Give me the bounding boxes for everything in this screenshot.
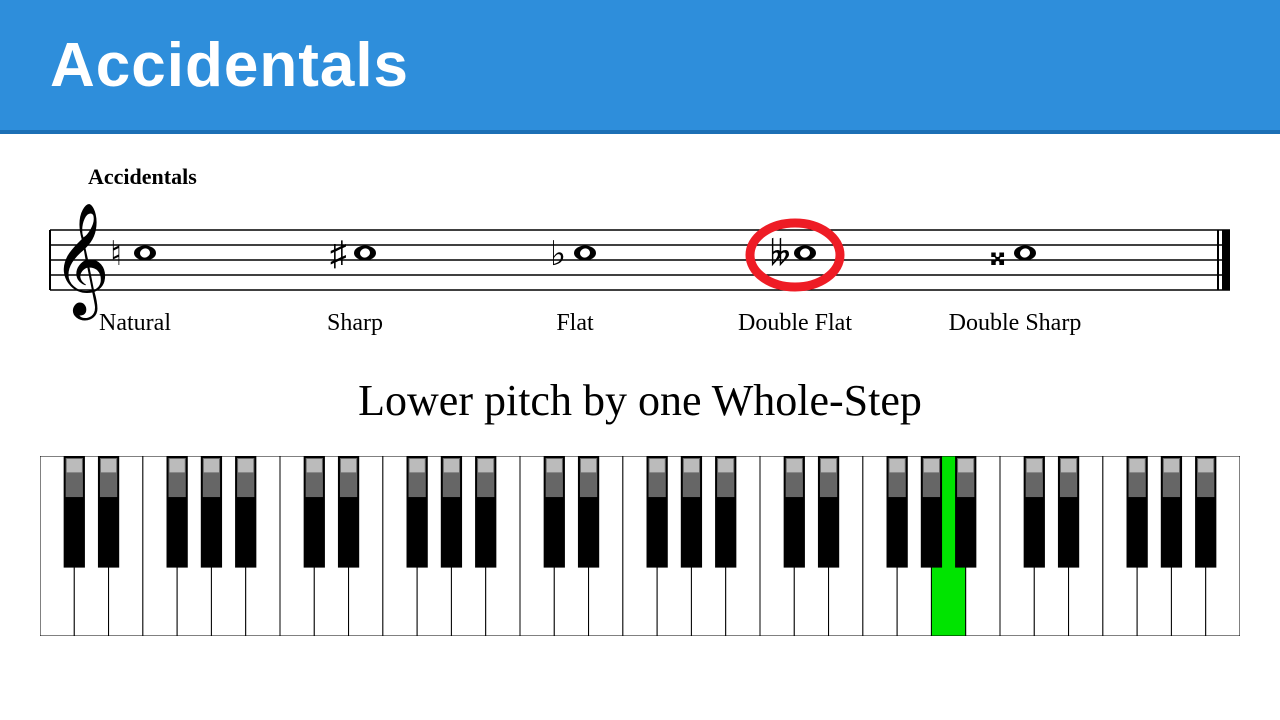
accidental-glyph: ♮ — [110, 236, 122, 273]
piano-black-key — [955, 456, 976, 568]
slide-header: Accidentals — [0, 0, 1280, 134]
piano-black-key — [1161, 456, 1182, 568]
piano-black-key — [1024, 456, 1045, 568]
piano-black-key — [681, 456, 702, 568]
piano-black-key — [235, 456, 256, 568]
slide-title: Accidentals — [50, 30, 409, 101]
slide-body: Accidentals 𝄞 ♮ Natural ♯ Sharp ♭ Flat 𝄫 Double… — [0, 134, 1280, 641]
accidental-glyph: ♭ — [550, 236, 566, 273]
piano-black-key — [921, 456, 942, 568]
piano-black-key — [475, 456, 496, 568]
accidental-label: Double Flat — [738, 310, 852, 336]
piano-black-key — [1195, 456, 1216, 568]
piano-black-key — [544, 456, 565, 568]
piano-black-key — [1127, 456, 1148, 568]
piano-black-key — [201, 456, 222, 568]
piano-black-key — [818, 456, 839, 568]
accidental-glyph: 𝄪 — [990, 236, 1005, 273]
piano-black-key — [1058, 456, 1079, 568]
accidental-label: Flat — [556, 310, 594, 336]
piano-black-key — [338, 456, 359, 568]
staff-svg: 𝄞 ♮ Natural ♯ Sharp ♭ Flat 𝄫 Double Flat 𝄪 Double… — [40, 200, 1240, 350]
piano-black-key — [647, 456, 668, 568]
accidental-label: Natural — [99, 310, 171, 336]
description-text: Lower pitch by one Whole-Step — [40, 375, 1240, 426]
keyboard-svg — [40, 456, 1240, 636]
accidental-glyph: 𝄫 — [770, 236, 790, 273]
piano-black-key — [98, 456, 119, 568]
piano-keyboard — [40, 426, 1240, 641]
piano-black-key — [887, 456, 908, 568]
piano-black-key — [64, 456, 85, 568]
piano-black-key — [441, 456, 462, 568]
piano-black-key — [578, 456, 599, 568]
staff-section-title: Accidentals — [40, 164, 1240, 190]
accidental-label: Sharp — [327, 310, 383, 336]
piano-black-key — [784, 456, 805, 568]
music-staff: 𝄞 ♮ Natural ♯ Sharp ♭ Flat 𝄫 Double Flat 𝄪 Double… — [40, 200, 1240, 355]
piano-black-key — [167, 456, 188, 568]
piano-black-key — [304, 456, 325, 568]
treble-clef-icon: 𝄞 — [52, 203, 110, 321]
accidental-glyph: ♯ — [330, 236, 347, 273]
piano-black-key — [715, 456, 736, 568]
piano-black-key — [407, 456, 428, 568]
accidental-label: Double Sharp — [949, 310, 1082, 336]
